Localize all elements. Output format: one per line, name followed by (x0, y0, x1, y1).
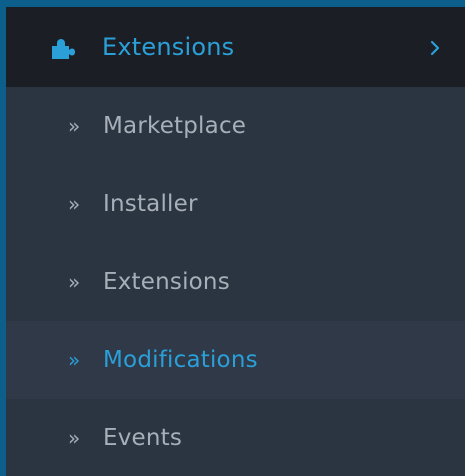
submenu-item-events[interactable]: » Events (6, 399, 465, 474)
submenu-item-modifications[interactable]: » Modifications (6, 321, 465, 399)
chevron-right-icon (429, 40, 441, 56)
submenu-item-label: Extensions (103, 269, 230, 295)
submenu-item-label: Marketplace (103, 113, 247, 139)
submenu-item-marketplace[interactable]: » Marketplace (6, 87, 465, 165)
menu-header-label: Extensions (102, 33, 235, 61)
double-chevron-icon: » (68, 270, 81, 294)
submenu-item-label: Events (103, 425, 183, 451)
submenu-item-label: Modifications (103, 347, 258, 373)
extensions-menu-panel: Extensions » Marketplace » Installer » E… (6, 7, 465, 476)
double-chevron-icon: » (68, 192, 81, 216)
submenu-item-label: Installer (103, 191, 198, 217)
extensions-submenu: » Marketplace » Installer » Extensions »… (6, 87, 465, 474)
double-chevron-icon: » (68, 114, 81, 138)
double-chevron-icon: » (68, 348, 81, 372)
submenu-item-extensions[interactable]: » Extensions (6, 243, 465, 321)
submenu-item-installer[interactable]: » Installer (6, 165, 465, 243)
double-chevron-icon: » (68, 426, 81, 450)
menu-header-extensions[interactable]: Extensions (6, 7, 465, 87)
puzzle-piece-icon (48, 37, 76, 61)
